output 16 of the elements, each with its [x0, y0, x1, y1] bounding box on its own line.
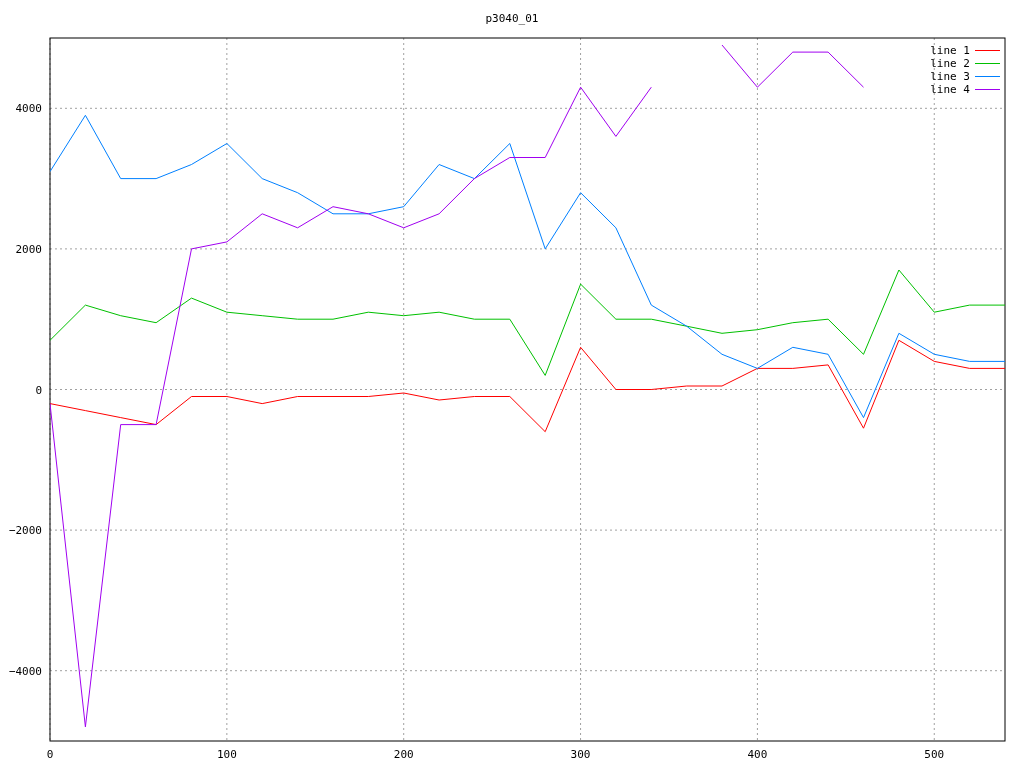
y-tick-label: 0 [35, 383, 42, 397]
y-tick-label: 4000 [15, 102, 42, 116]
chart-title: p3040_01 [485, 12, 539, 25]
x-tick-label: 0 [46, 748, 54, 761]
legend-label: line 3 [930, 70, 970, 83]
x-tick-label: 500 [924, 748, 945, 761]
x-tick-label: 300 [570, 748, 591, 761]
x-tick-label: 100 [216, 748, 237, 761]
legend-label: line 4 [930, 83, 970, 96]
x-tick-label: 200 [393, 748, 414, 761]
y-tick-label: −4000 [8, 664, 42, 678]
y-tick-label: 2000 [15, 242, 42, 256]
legend-label: line 1 [930, 44, 970, 57]
x-tick-label: 400 [747, 748, 768, 761]
y-tick-label: −2000 [8, 524, 42, 538]
legend-label: line 2 [930, 57, 970, 70]
